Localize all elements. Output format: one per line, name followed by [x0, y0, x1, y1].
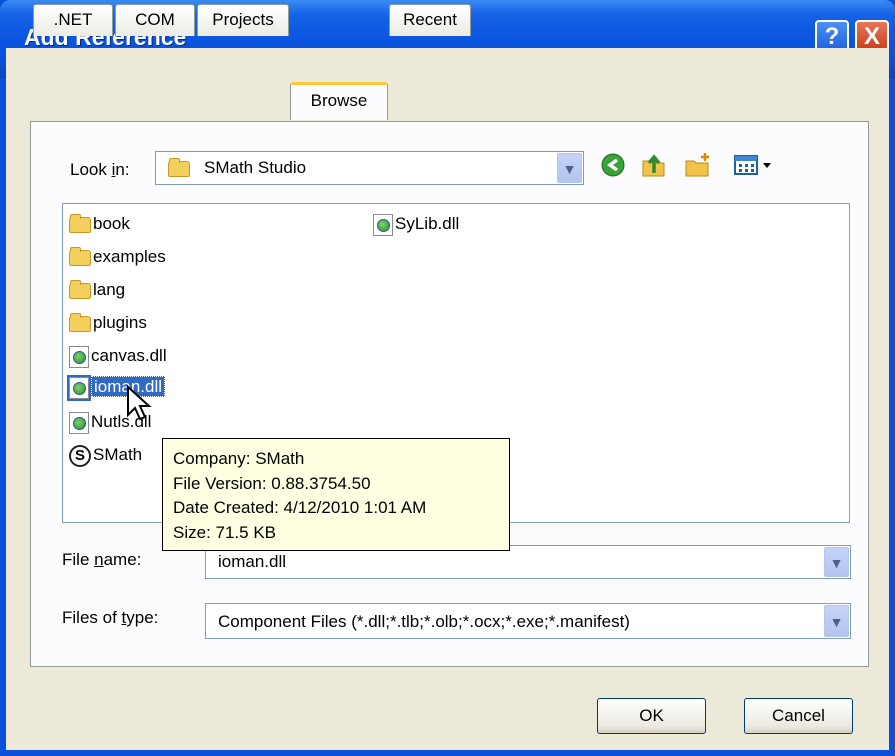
file-type-dropdown[interactable]: Component Files (*.dll;*.tlb;*.olb;*.ocx…: [205, 603, 851, 639]
smath-app-icon: S: [69, 444, 91, 467]
dll-file-icon: [67, 374, 91, 401]
folder-icon: [69, 246, 91, 266]
look-in-label: Look in:: [70, 160, 130, 179]
add-reference-dialog: Add Reference ? X .NET COM Projects Brow…: [0, 0, 895, 756]
list-item[interactable]: plugins: [69, 309, 147, 337]
chevron-down-icon[interactable]: ▼: [557, 153, 582, 183]
dll-file-icon: [69, 411, 89, 434]
list-item[interactable]: examples: [69, 243, 166, 271]
list-item[interactable]: canvas.dll: [69, 342, 167, 370]
tooltip-file-version: File Version: 0.88.3754.50: [173, 473, 371, 493]
cancel-button[interactable]: Cancel: [744, 698, 853, 734]
list-item[interactable]: S SMath: [69, 441, 142, 469]
chevron-down-icon[interactable]: ▼: [824, 605, 849, 637]
view-menu-icon[interactable]: [733, 151, 777, 179]
new-folder-icon[interactable]: [684, 151, 712, 179]
tooltip-size: Size: 71.5 KB: [173, 522, 277, 542]
tooltip-company: Company: SMath: [173, 449, 305, 468]
tab-com[interactable]: COM: [115, 4, 195, 36]
tab-dotnet[interactable]: .NET: [33, 4, 113, 36]
folder-icon: [69, 279, 91, 299]
mouse-cursor-icon: [126, 384, 152, 428]
tooltip-date-created: Date Created: 4/12/2010 1:01 AM: [173, 498, 427, 517]
chevron-down-icon[interactable]: ▼: [824, 547, 849, 577]
list-item[interactable]: SyLib.dll: [373, 210, 459, 238]
folder-icon: [69, 312, 91, 332]
file-info-tooltip: Company: SMath File Version: 0.88.3754.5…: [162, 438, 510, 551]
ok-button[interactable]: OK: [597, 698, 706, 734]
back-arrow-icon[interactable]: [599, 151, 627, 179]
tab-projects[interactable]: Projects: [197, 4, 289, 36]
list-item[interactable]: book: [69, 210, 130, 238]
files-of-type-label: Files of type:: [62, 608, 159, 627]
list-item[interactable]: lang: [69, 276, 125, 304]
folder-icon: [168, 158, 190, 177]
look-in-dropdown[interactable]: SMath Studio ▼: [155, 151, 584, 185]
up-folder-icon[interactable]: [640, 151, 668, 179]
file-type-value: Component Files (*.dll;*.tlb;*.olb;*.ocx…: [218, 612, 630, 631]
dll-file-icon: [69, 345, 89, 368]
file-name-label: File name:: [62, 550, 142, 569]
tab-browse[interactable]: Browse: [290, 82, 388, 120]
file-name-input[interactable]: ioman.dll: [218, 552, 286, 572]
look-in-value: SMath Studio: [204, 158, 307, 177]
tab-recent[interactable]: Recent: [389, 4, 471, 36]
dll-file-icon: [373, 213, 393, 236]
folder-icon: [69, 213, 91, 233]
